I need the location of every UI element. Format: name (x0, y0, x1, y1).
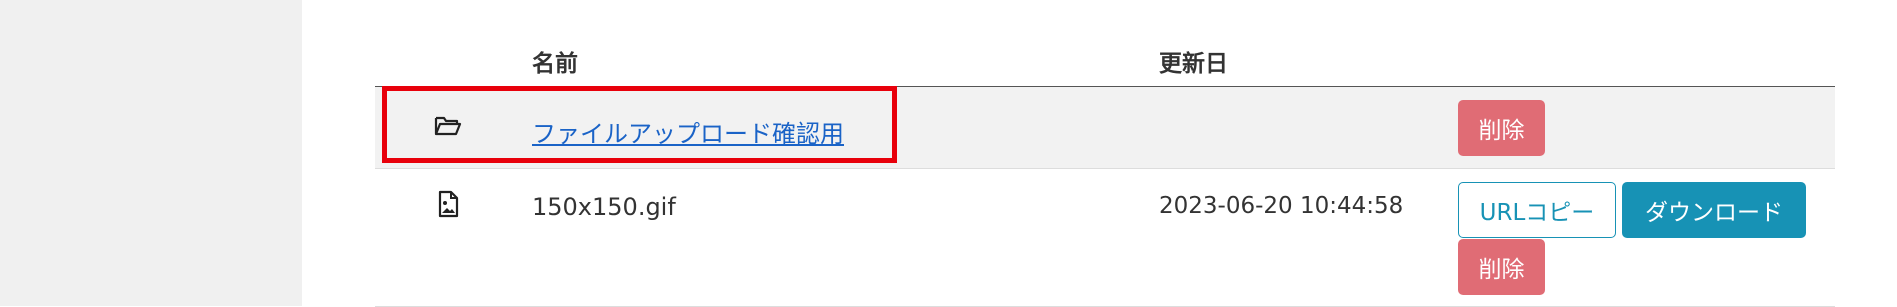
table-header: 名前 更新日 (375, 0, 1835, 87)
column-header-updated: 更新日 (1159, 51, 1228, 77)
image-file-icon (433, 189, 463, 219)
table-row-folder: ファイルアップロード確認用 削除 (375, 87, 1835, 169)
file-table: 名前 更新日 ファイルアップロード確認用 削除 150x150.gif 2023… (375, 0, 1835, 307)
folder-link[interactable]: ファイルアップロード確認用 (532, 114, 844, 149)
url-copy-button[interactable]: URLコピー (1458, 182, 1616, 238)
folder-open-icon (433, 111, 463, 141)
delete-button[interactable]: 削除 (1458, 239, 1545, 295)
download-button[interactable]: ダウンロード (1622, 182, 1806, 238)
table-row-file: 150x150.gif 2023-06-20 10:44:58 URLコピー ダ… (375, 169, 1835, 307)
delete-button[interactable]: 削除 (1458, 100, 1545, 156)
file-name: 150x150.gif (532, 193, 676, 221)
sidebar (0, 0, 302, 306)
updated-date: 2023-06-20 10:44:58 (1159, 193, 1404, 219)
column-header-name: 名前 (532, 51, 578, 77)
